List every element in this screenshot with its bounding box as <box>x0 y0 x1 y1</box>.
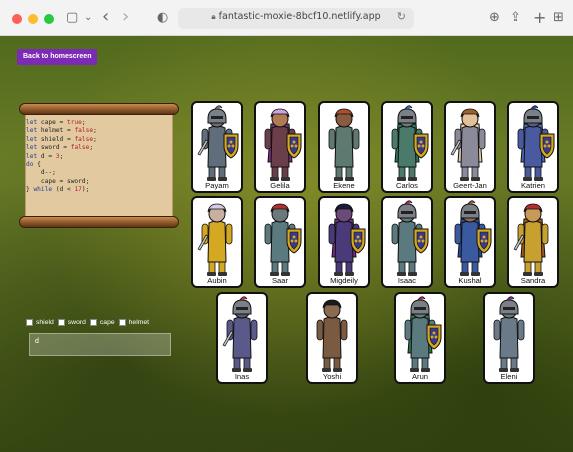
character-name: Payam <box>205 181 229 190</box>
checkbox-label: helmet <box>128 319 150 326</box>
back-to-homescreen-button[interactable]: Back to homescreen <box>17 49 98 65</box>
character-card[interactable]: Kushal <box>444 196 496 288</box>
share-icon[interactable]: ⇪ <box>510 9 521 27</box>
character-card[interactable]: Eleni <box>483 292 535 384</box>
code-line: let sword = false; <box>26 144 94 152</box>
code-line: let shield = false; <box>26 135 97 143</box>
character-card[interactable]: Gelila <box>254 101 306 193</box>
character-name: Katrien <box>520 181 546 190</box>
character-card[interactable]: Arun <box>394 292 446 384</box>
sidebar-icon[interactable]: ▢ <box>66 9 78 27</box>
character-figure <box>513 203 549 276</box>
checkbox-box[interactable] <box>26 319 33 326</box>
chevron-right-icon[interactable]: › <box>122 8 129 26</box>
code-line: let cape = true; <box>26 119 86 126</box>
character-figure <box>197 105 239 181</box>
character-figure <box>493 296 525 372</box>
character-name: Inas <box>234 372 250 381</box>
character-name: Carlos <box>396 181 418 190</box>
checkbox-shield[interactable]: shield <box>26 319 54 326</box>
character-name: Gelila <box>270 181 290 190</box>
character-figure <box>197 203 233 276</box>
code-line: let d = 3; <box>26 152 64 160</box>
character-figure <box>517 105 555 181</box>
code-line: let helmet = false; <box>26 127 97 135</box>
character-name: Arun <box>411 372 429 381</box>
character-card[interactable]: Carlos <box>381 101 433 193</box>
scroll-top-rod <box>19 103 179 115</box>
checkbox-label: shield <box>36 319 54 326</box>
character-card[interactable]: Inas <box>216 292 268 384</box>
character-card[interactable]: Aubin <box>191 196 243 288</box>
character-figure <box>450 108 486 181</box>
download-icon[interactable]: ⊕ <box>489 9 500 27</box>
character-card[interactable]: Sandra <box>507 196 559 288</box>
reload-icon[interactable]: ↻ <box>397 10 406 23</box>
checkbox-box[interactable] <box>57 319 65 326</box>
code-line: do { <box>26 160 41 168</box>
code-line: cape = sword; <box>26 177 90 185</box>
chevron-down-icon[interactable]: ⌄ <box>84 9 92 27</box>
variable-input[interactable]: d <box>29 333 171 356</box>
checkbox-sword[interactable]: sword <box>57 319 86 326</box>
character-card[interactable]: Katrien <box>507 101 559 193</box>
checkbox-helmet[interactable]: helmet <box>118 319 150 326</box>
url-text: fantastic-moxie-8bcf10.netlify.app <box>218 11 381 22</box>
character-figure <box>264 108 302 181</box>
code-block: let cape = true; let helmet = false; let s… <box>26 119 97 195</box>
character-name: Sandra <box>520 276 546 285</box>
character-figure <box>316 299 348 372</box>
character-name: Yoshi <box>322 372 342 381</box>
code-line: } while (d < 17); <box>26 186 90 194</box>
character-name: Ekene <box>333 181 355 190</box>
character-name: Saar <box>271 276 289 285</box>
page-content: Back to homescreen let cape = true; let h… <box>0 36 573 452</box>
checkbox-label: sword <box>67 319 86 326</box>
character-name: Migdeily <box>330 276 358 285</box>
checkbox-box[interactable] <box>118 319 126 326</box>
character-figure <box>264 203 302 276</box>
scroll-bottom-rod <box>19 216 179 228</box>
character-card[interactable]: Geert-Jan <box>444 101 496 193</box>
checkbox-box[interactable] <box>89 319 97 326</box>
address-bar[interactable]: 🔒︎ fantastic-moxie-8bcf10.netlify.app ↻ <box>178 8 414 29</box>
plus-icon[interactable]: + <box>533 9 546 27</box>
tab-overview-icon[interactable]: ⊞ <box>553 9 564 27</box>
character-figure <box>222 296 258 372</box>
character-name: Kushal <box>458 276 482 285</box>
character-name: Aubin <box>207 276 227 285</box>
character-card[interactable]: Migdeily <box>318 196 370 288</box>
minimize-window-button[interactable] <box>28 14 38 24</box>
character-figure <box>328 108 360 181</box>
character-name: Eleni <box>500 372 518 381</box>
chevron-left-icon[interactable]: ‹ <box>102 8 109 26</box>
character-card[interactable]: Payam <box>191 101 243 193</box>
code-scroll: let cape = true; let helmet = false; let s… <box>19 103 179 233</box>
character-name: Geert-Jan <box>453 181 487 190</box>
lock-icon: 🔒︎ <box>211 12 216 21</box>
character-figure <box>404 296 442 372</box>
checkbox-cape[interactable]: cape <box>89 319 115 326</box>
code-line: d--; <box>26 169 56 177</box>
zoom-window-button[interactable] <box>44 14 54 24</box>
property-checkboxes: shield sword cape helmet <box>26 319 153 328</box>
character-card[interactable]: Saar <box>254 196 306 288</box>
character-figure <box>391 200 429 276</box>
character-figure <box>328 203 366 276</box>
character-figure <box>391 105 429 181</box>
character-card[interactable]: Ekene <box>318 101 370 193</box>
character-figure <box>454 200 492 276</box>
character-name: Isaac <box>397 276 417 285</box>
checkbox-label: cape <box>99 319 115 326</box>
browser-toolbar: ▢ ⌄ ‹ › ◐ 🔒︎ fantastic-moxie-8bcf10.netl… <box>0 0 573 36</box>
privacy-shield-icon[interactable]: ◐ <box>157 9 168 27</box>
character-card[interactable]: Yoshi <box>306 292 358 384</box>
close-window-button[interactable] <box>12 14 22 24</box>
character-card[interactable]: Isaac <box>381 196 433 288</box>
